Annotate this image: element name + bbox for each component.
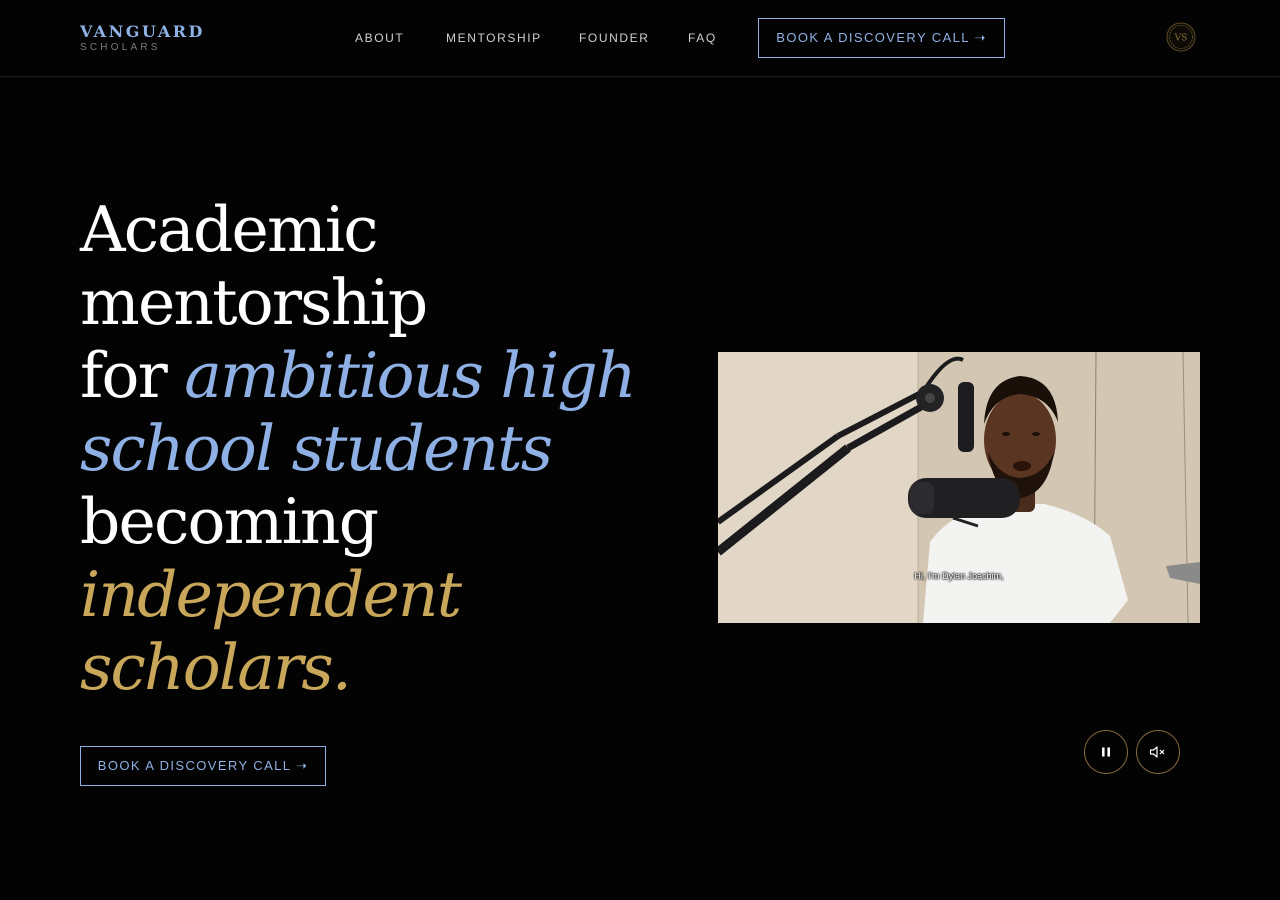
hero-line: mentorship (80, 266, 428, 339)
hero-headline: Academic mentorship for ambitious high s… (80, 193, 680, 704)
founder-video[interactable]: Hi, I'm Dylan Joachim, (718, 352, 1200, 623)
hero-highlight-blue: ambitious high (184, 339, 636, 412)
nav-item-about[interactable]: ABOUT (355, 31, 404, 45)
site-header: VANGUARD SCHOLARS ABOUT MENTORSHIP FOUND… (0, 0, 1280, 77)
hero-highlight-gold: independent (80, 558, 462, 631)
book-discovery-call-button-header[interactable]: BOOK A DISCOVERY CALL ➝ (758, 18, 1005, 58)
pause-icon (1102, 747, 1110, 757)
nav-item-founder[interactable]: FOUNDER (579, 31, 650, 45)
hero-highlight-gold: scholars. (80, 631, 352, 704)
svg-text:VS: VS (1174, 34, 1188, 44)
video-frame (718, 352, 1200, 623)
pause-button[interactable] (1084, 730, 1128, 774)
seal-icon: VS (1166, 22, 1196, 52)
nav-item-mentorship[interactable]: MENTORSHIP (446, 31, 542, 45)
mute-button[interactable] (1136, 730, 1180, 774)
volume-muted-icon (1149, 746, 1165, 758)
nav-item-faq[interactable]: FAQ (688, 31, 717, 45)
hero-line: Academic (80, 193, 379, 266)
hero-line: becoming (80, 485, 379, 558)
brand-tagline: SCHOLARS (80, 42, 161, 53)
hero-highlight-blue: school students (80, 412, 553, 485)
brand-logo[interactable]: VANGUARD SCHOLARS (80, 22, 205, 53)
video-caption: Hi, I'm Dylan Joachim, (914, 571, 1004, 581)
brand-name: VANGUARD (80, 22, 205, 41)
hero-line: for ambitious high (80, 339, 680, 412)
book-discovery-call-button[interactable]: BOOK A DISCOVERY CALL ➝ (80, 746, 326, 786)
hero-line-plain: for (80, 339, 185, 412)
